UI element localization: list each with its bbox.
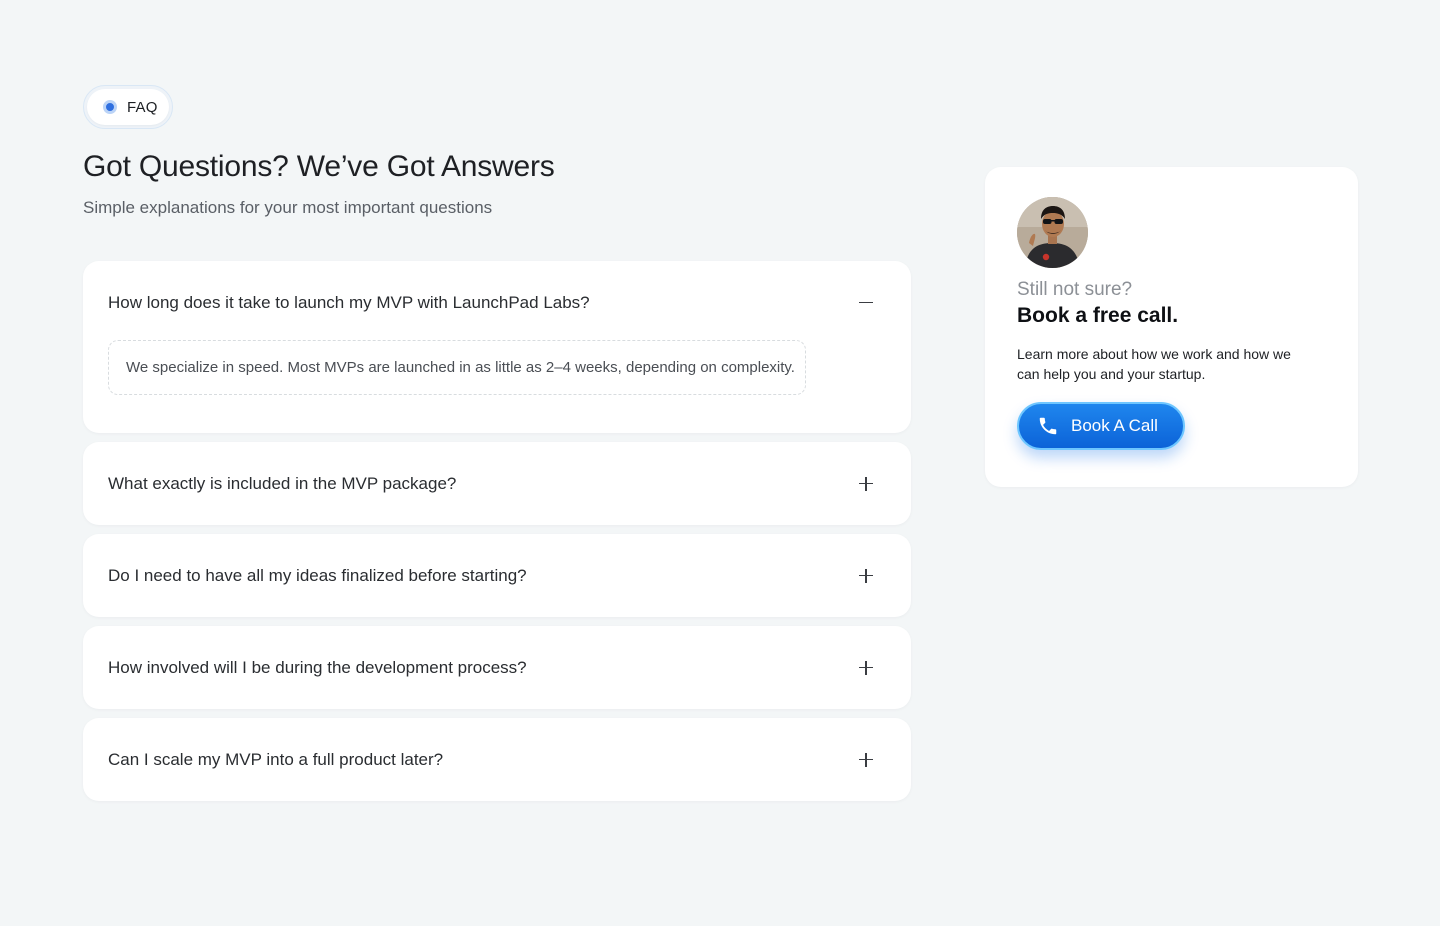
page-subtitle: Simple explanations for your most import… (83, 198, 493, 217)
faq-question-text: Do I need to have all my ideas finalized… (108, 565, 527, 585)
faq-question-4-header[interactable]: How involved will I be during the develo… (108, 626, 886, 709)
faq-badge-label: FAQ (127, 98, 158, 116)
faq-item-3: Do I need to have all my ideas finalized… (83, 534, 911, 617)
faq-question-1-header[interactable]: How long does it take to launch my MVP w… (108, 261, 886, 344)
book-call-card: Still not sure? Book a free call. Learn … (985, 167, 1358, 487)
page-title: Got Questions? We’ve Got Answers (83, 150, 555, 183)
faq-question-text: How long does it take to launch my MVP w… (108, 292, 590, 312)
phone-icon (1039, 417, 1057, 435)
minus-icon[interactable] (856, 293, 876, 313)
dot-icon (103, 100, 117, 114)
card-kicker: Still not sure? (1017, 279, 1133, 300)
plus-icon[interactable] (856, 658, 876, 678)
faq-item-2: What exactly is included in the MVP pack… (83, 442, 911, 525)
card-description: Learn more about how we work and how we … (1017, 346, 1291, 382)
plus-icon[interactable] (856, 566, 876, 586)
faq-badge-inner: FAQ (87, 89, 169, 125)
faq-answer-1: We specialize in speed. Most MVPs are la… (108, 340, 806, 395)
faq-item-4: How involved will I be during the develo… (83, 626, 911, 709)
book-call-button-label: Book A Call (1071, 416, 1158, 435)
card-title: Book a free call. (1017, 304, 1179, 327)
faq-item-1: How long does it take to launch my MVP w… (83, 261, 911, 433)
faq-question-text: What exactly is included in the MVP pack… (108, 473, 457, 493)
faq-question-3-header[interactable]: Do I need to have all my ideas finalized… (108, 534, 886, 617)
faq-question-text: Can I scale my MVP into a full product l… (108, 749, 444, 769)
book-call-button[interactable]: Book A Call (1017, 402, 1185, 450)
faq-question-2-header[interactable]: What exactly is included in the MVP pack… (108, 442, 886, 525)
plus-icon[interactable] (856, 474, 876, 494)
avatar (1017, 197, 1088, 268)
faq-section: FAQ Got Questions? We’ve Got Answers Sim… (0, 0, 1440, 926)
plus-icon[interactable] (856, 750, 876, 770)
faq-item-5: Can I scale my MVP into a full product l… (83, 718, 911, 801)
avatar-photo-icon (1017, 197, 1088, 268)
faq-question-text: How involved will I be during the develo… (108, 657, 527, 677)
faq-badge: FAQ (83, 85, 173, 129)
faq-list: How long does it take to launch my MVP w… (83, 261, 911, 810)
faq-question-5-header[interactable]: Can I scale my MVP into a full product l… (108, 718, 886, 801)
